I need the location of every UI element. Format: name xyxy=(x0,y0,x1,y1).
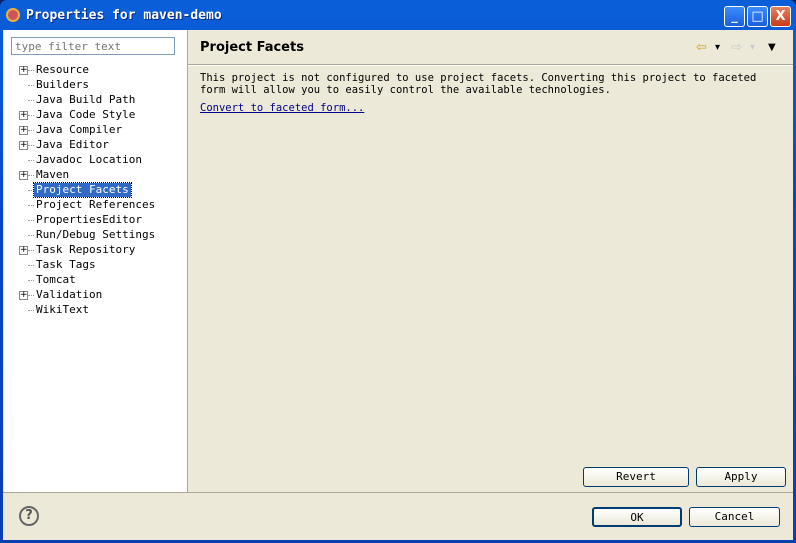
minimize-button[interactable]: _ xyxy=(724,6,745,27)
tree-item[interactable]: Validation xyxy=(34,288,104,302)
tree-item[interactable]: Tomcat xyxy=(34,273,78,287)
expand-icon[interactable]: + xyxy=(19,291,28,300)
divider xyxy=(3,492,793,493)
main-panel: Project Facets ⇦ ▾ ⇨ ▾ ▼ This project is… xyxy=(188,30,793,492)
tree-item[interactable]: Run/Debug Settings xyxy=(34,228,157,242)
properties-dialog: Properties for maven-demo _ □ X + Resourc… xyxy=(0,0,796,543)
page-title: Project Facets xyxy=(200,40,304,55)
view-menu-icon[interactable]: ▼ xyxy=(768,42,776,53)
sidebar: + ResourceBuildersJava Build Path + Java Co… xyxy=(4,30,188,492)
divider xyxy=(188,64,793,66)
back-dropdown-icon[interactable]: ▾ xyxy=(715,42,720,53)
tree-item[interactable]: Task Repository xyxy=(34,243,137,257)
tree-item[interactable]: Java Editor xyxy=(34,138,111,152)
expand-icon[interactable]: + xyxy=(19,171,28,180)
tree-item[interactable]: Project Facets xyxy=(33,182,132,198)
tree-item[interactable]: Project References xyxy=(34,198,157,212)
tree-item[interactable]: Task Tags xyxy=(34,258,98,272)
maximize-button[interactable]: □ xyxy=(747,6,768,27)
window-title: Properties for maven-demo xyxy=(26,8,222,23)
expand-icon[interactable]: + xyxy=(19,246,28,255)
tree-item[interactable]: Java Compiler xyxy=(34,123,124,137)
revert-button[interactable]: Revert xyxy=(583,467,689,487)
tree-item[interactable]: Resource xyxy=(34,63,91,77)
tree-item[interactable]: Java Code Style xyxy=(34,108,137,122)
expand-icon[interactable]: + xyxy=(19,111,28,120)
ok-button[interactable]: OK xyxy=(592,507,682,527)
back-arrow-icon[interactable]: ⇦ xyxy=(696,40,707,55)
forward-arrow-icon[interactable]: ⇨ xyxy=(731,40,742,55)
forward-dropdown-icon[interactable]: ▾ xyxy=(750,42,755,53)
tree-item[interactable]: Javadoc Location xyxy=(34,153,144,167)
apply-button[interactable]: Apply xyxy=(696,467,786,487)
tree-item[interactable]: Builders xyxy=(34,78,91,92)
tree-item[interactable]: WikiText xyxy=(34,303,91,317)
filter-input[interactable] xyxy=(11,37,175,55)
eclipse-icon xyxy=(6,8,20,22)
help-icon[interactable]: ? xyxy=(19,506,39,526)
expand-icon[interactable]: + xyxy=(19,141,28,150)
expand-icon[interactable]: + xyxy=(19,66,28,75)
convert-link[interactable]: Convert to faceted form... xyxy=(200,102,364,114)
tree-item[interactable]: Maven xyxy=(34,168,71,182)
info-message: This project is not configured to use pr… xyxy=(200,72,757,96)
cancel-button[interactable]: Cancel xyxy=(689,507,780,527)
expand-icon[interactable]: + xyxy=(19,126,28,135)
close-button[interactable]: X xyxy=(770,6,791,27)
tree-item[interactable]: PropertiesEditor xyxy=(34,213,144,227)
tree-item[interactable]: Java Build Path xyxy=(34,93,137,107)
dialog-body: + ResourceBuildersJava Build Path + Java Co… xyxy=(3,30,793,540)
